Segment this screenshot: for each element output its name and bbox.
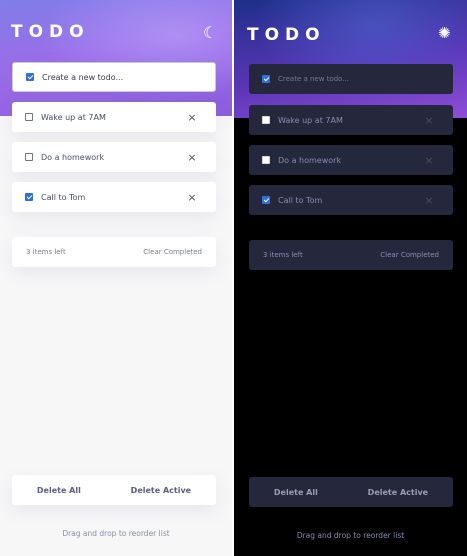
sun-icon[interactable]: ✺ [438, 24, 451, 42]
new-todo-input[interactable]: Create a new todo... [249, 64, 453, 94]
delete-active-button[interactable]: Delete Active [368, 488, 428, 497]
todo-label: Wake up at 7AM [41, 112, 106, 122]
moon-icon[interactable]: ☾ [203, 23, 217, 42]
todo-item[interactable]: Wake up at 7AM × [249, 105, 453, 135]
todo-item[interactable]: Call to Tom × [249, 185, 453, 215]
dark-theme-panel: TODO ✺ Create a new todo... Wake up at 7… [234, 0, 467, 556]
bulk-actions-bar: Delete All Delete Active [249, 477, 453, 507]
todo-checkbox[interactable] [25, 113, 33, 121]
close-icon[interactable]: × [182, 111, 202, 124]
todo-label: Do a homework [41, 152, 105, 162]
todo-checkbox[interactable] [262, 156, 270, 164]
new-todo-placeholder[interactable]: Create a new todo... [278, 75, 453, 83]
header-background-image [234, 0, 467, 118]
new-todo-input[interactable]: Create a new todo... [12, 62, 216, 92]
delete-all-button[interactable]: Delete All [274, 488, 318, 497]
todo-item[interactable]: Do a homework × [12, 142, 216, 172]
close-icon[interactable]: × [419, 154, 439, 167]
todo-label: Call to Tom [278, 195, 323, 205]
items-left-count: 3 items left [26, 248, 66, 256]
app-title: TODO [11, 22, 90, 42]
todo-checkbox[interactable] [262, 196, 270, 204]
delete-all-button[interactable]: Delete All [37, 486, 81, 495]
todo-item[interactable]: Do a homework × [249, 145, 453, 175]
new-todo-checkbox[interactable] [26, 73, 34, 81]
todo-checkbox[interactable] [262, 116, 270, 124]
reorder-hint: Drag and drop to reorder list [62, 529, 170, 538]
new-todo-placeholder[interactable]: Create a new todo... [42, 73, 215, 82]
close-icon[interactable]: × [182, 151, 202, 164]
todo-footer: 3 items left Clear Completed [249, 240, 453, 270]
header-background-image [0, 0, 232, 116]
todo-item[interactable]: Wake up at 7AM × [12, 102, 216, 132]
todo-checkbox[interactable] [25, 193, 33, 201]
todo-item[interactable]: Call to Tom × [12, 182, 216, 212]
todo-label: Wake up at 7AM [278, 115, 343, 125]
new-todo-checkbox[interactable] [262, 75, 270, 83]
close-icon[interactable]: × [419, 194, 439, 207]
app-title: TODO [247, 25, 326, 45]
close-icon[interactable]: × [419, 114, 439, 127]
clear-completed-button[interactable]: Clear Completed [143, 248, 202, 256]
bulk-actions-bar: Delete All Delete Active [12, 475, 216, 505]
light-theme-panel: TODO ☾ Create a new todo... Wake up at 7… [0, 0, 232, 556]
todo-footer: 3 items left Clear Completed [12, 237, 216, 267]
close-icon[interactable]: × [182, 191, 202, 204]
items-left-count: 3 items left [263, 251, 303, 259]
reorder-hint: Drag and drop to reorder list [296, 531, 405, 540]
clear-completed-button[interactable]: Clear Completed [380, 251, 439, 259]
todo-label: Do a homework [278, 155, 342, 165]
delete-active-button[interactable]: Delete Active [131, 486, 191, 495]
todo-checkbox[interactable] [25, 153, 33, 161]
todo-label: Call to Tom [41, 192, 86, 202]
